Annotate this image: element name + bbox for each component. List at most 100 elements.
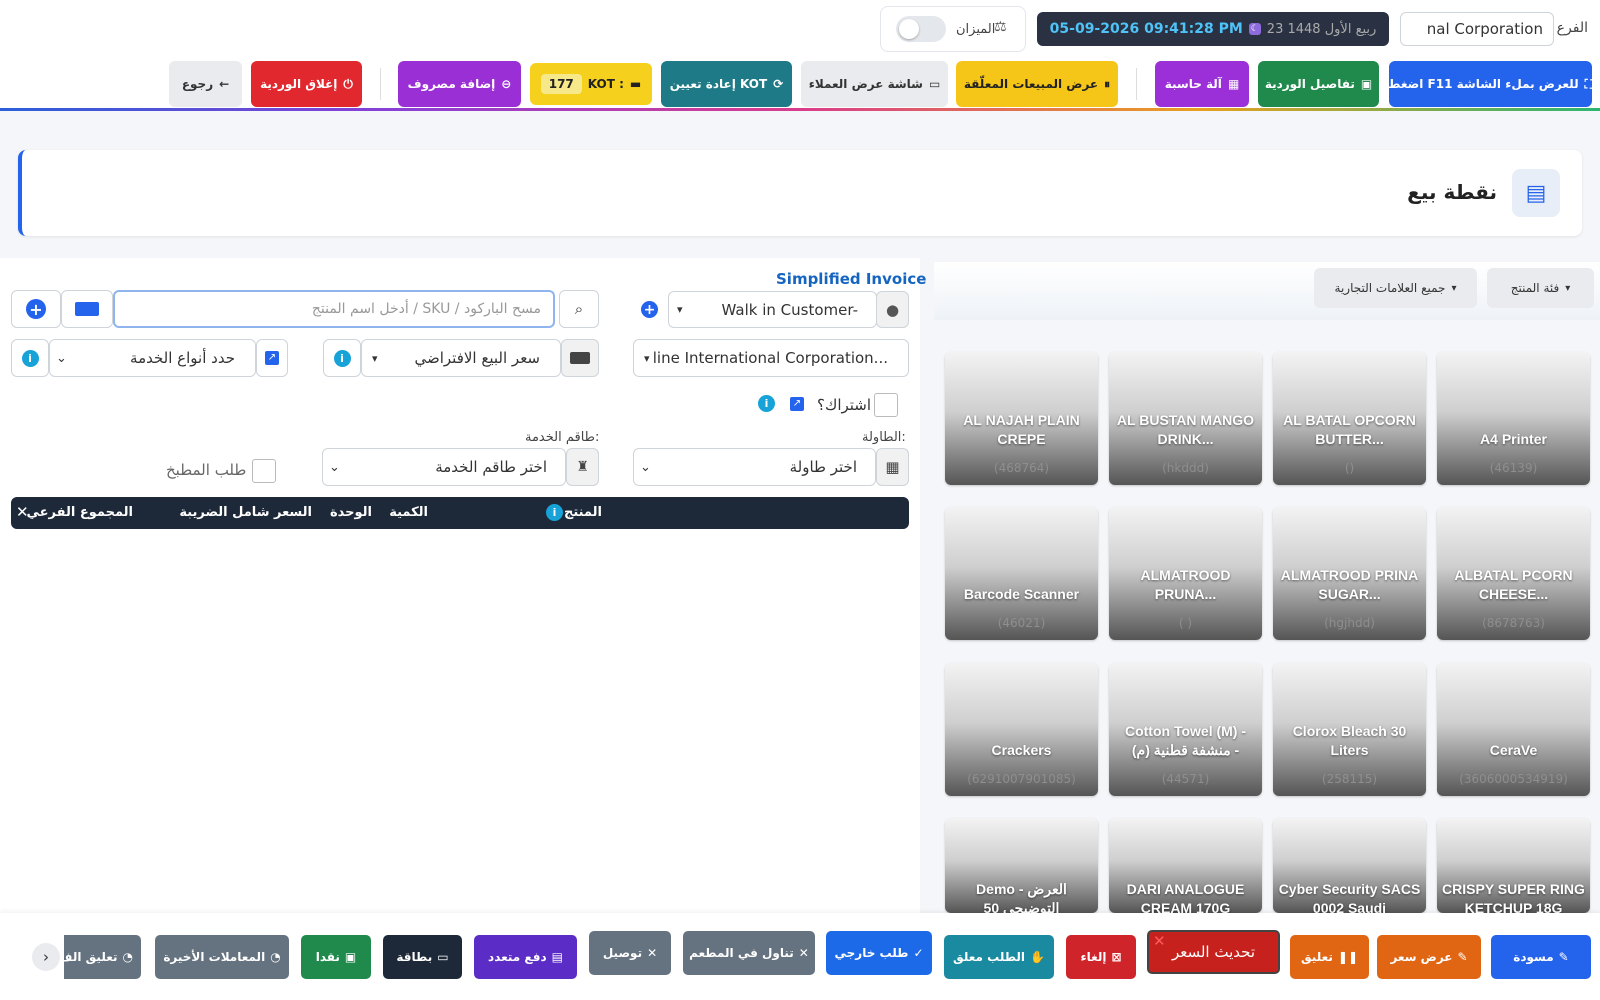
product-card[interactable]: Barcode Scanner (46021) — [945, 507, 1098, 640]
money-icon: ▣ — [344, 950, 357, 964]
add-product-button[interactable]: + — [11, 290, 61, 328]
add-expense-button[interactable]: إضافة مصروف ⊖ — [398, 61, 521, 107]
fullscreen-button[interactable]: اضغط F11 للعرض بملء الشاشة ⛶ — [1388, 61, 1593, 107]
product-search-input[interactable]: أدخل اسم المنتج / SKU / مسح الباركود — [113, 290, 555, 328]
product-code: () — [1344, 461, 1355, 475]
brand-filter-button[interactable]: جميع العلامات التجارية ▾ — [1314, 268, 1477, 308]
clock-icon: ◔ — [122, 950, 133, 964]
multi-pay-label: دفع متعدد — [488, 950, 547, 964]
close-icon: ✕ — [798, 946, 809, 960]
info-icon[interactable]: i — [758, 395, 775, 412]
kitchen-order-checkbox[interactable] — [252, 459, 276, 483]
draft-button[interactable]: مسودة ✎ — [1491, 935, 1591, 979]
product-card[interactable]: Cyber Security SACS 0002 Saudi — [1273, 818, 1426, 913]
service-info-button[interactable]: i — [11, 339, 49, 377]
waiter-icon: ♜ — [566, 448, 599, 486]
kot-label: KOT : — [587, 77, 624, 91]
product-card[interactable]: Clorox Bleach 30 Liters (258115) — [1273, 663, 1426, 796]
reassign-kot-button[interactable]: إعادة تعيين KOT ⟳ — [661, 61, 792, 107]
chevron-down-icon: ⌄ — [56, 350, 67, 366]
delivery-label: توصيل — [602, 946, 643, 960]
product-name: Crackers — [991, 742, 1052, 758]
page-title-card — [18, 150, 1582, 236]
product-card[interactable]: Cotton Towel (M) - منشفة قطنية (م) - (445… — [1109, 663, 1262, 796]
product-card[interactable]: ALMATROOD PRUNA... ( ) — [1109, 507, 1262, 640]
quotation-button[interactable]: عرض سعر ✎ — [1377, 935, 1481, 979]
back-button[interactable]: رجوع ← — [169, 61, 242, 107]
staff-select[interactable]: ⌄ اختر طاقم الخدمة — [322, 448, 566, 486]
scroll-left-button[interactable]: › — [32, 943, 60, 971]
cart-table-header: ✕ المنتج i الكمية الوحدة السعر شامل الضر… — [11, 497, 909, 529]
product-code: (46139) — [1489, 461, 1538, 475]
multi-pay-button[interactable]: دفع متعدد ▤ — [474, 935, 577, 979]
branch-label: الفرع — [1556, 20, 1588, 36]
suspended-sales-button[interactable]: عرض المبيعات المعلّقة ⏸ — [956, 61, 1118, 107]
calculator-button[interactable]: آلة حاسبة ▦ — [1155, 61, 1249, 107]
customer-select[interactable]: ▾ Walk in Customer- — [668, 291, 877, 328]
product-card[interactable]: DARI ANALOGUE CREAM 170G — [1109, 818, 1262, 913]
product-card[interactable]: CRISPY SUPER RING KETCHUP 18G — [1437, 818, 1590, 913]
product-name: A4 Printer — [1480, 431, 1547, 447]
kot-counter[interactable]: 177 KOT : ▬ — [530, 63, 652, 105]
power-icon: ⏻ — [343, 76, 353, 91]
product-card[interactable]: ALBATAL PCORN CHEESE... (8678763) — [1437, 507, 1590, 640]
add-customer-button[interactable]: + — [633, 291, 666, 328]
minus-circle-icon: ⊖ — [501, 77, 512, 91]
dine-in-button[interactable]: تناول في المطعم ✕ — [683, 931, 815, 975]
external-link-button[interactable]: ↗ — [256, 339, 288, 377]
product-card[interactable]: AL BATAL OPCORN BUTTER... () — [1273, 352, 1426, 485]
service-types-select[interactable]: ⌄ حدد أنواع الخدمة — [49, 339, 256, 377]
shift-details-button[interactable]: تفاصيل الوردية ▣ — [1258, 61, 1379, 107]
takeaway-button[interactable]: طلب خارجي ✓ — [826, 931, 932, 975]
product-name: ALMATROOD PRUNA... — [1140, 567, 1231, 602]
chevron-down-icon: ⌄ — [329, 459, 340, 475]
cancel-label: إلغاء — [1080, 950, 1107, 964]
back-label: رجوع — [181, 77, 214, 91]
product-card[interactable]: Crackers (6291007901085) — [945, 663, 1098, 796]
table-select[interactable]: ⌄ اختر طاولة — [633, 448, 876, 486]
caret-down-icon: ▾ — [1451, 282, 1457, 294]
recent-transactions-button[interactable]: المعاملات الأخيرة ◔ — [155, 935, 289, 979]
suspended-list-button[interactable]: تعليق الف ◔ — [59, 935, 141, 979]
close-shift-label: إغلاق الوردية — [260, 77, 338, 91]
table-select-value: اختر طاولة — [789, 458, 857, 476]
product-card[interactable]: CeraVe (3606000534919) — [1437, 663, 1590, 796]
scale-icon: ⚖ — [994, 19, 1007, 35]
update-price-button[interactable]: ✕ تحديث السعر — [1147, 930, 1280, 974]
scale-toggle[interactable] — [896, 16, 946, 42]
company-select[interactable]: ▾ line International Corporation... — [633, 339, 909, 377]
price-info-button[interactable]: i — [323, 339, 361, 377]
close-shift-button[interactable]: إغلاق الوردية ⏻ — [251, 61, 362, 107]
external-link-icon[interactable]: ↗ — [790, 397, 804, 411]
customer-display-button[interactable]: شاشة عرض العملاء ▭ — [801, 61, 948, 107]
product-card[interactable]: AL BUSTAN MANGO DRINK... (hkddd) — [1109, 352, 1262, 485]
list-icon: ▤ — [551, 950, 563, 964]
credit-card-icon: ▭ — [437, 950, 449, 964]
category-filter-button[interactable]: فئة المنتج ▾ — [1487, 268, 1594, 308]
subscription-checkbox[interactable] — [874, 393, 898, 417]
product-name: ALMATROOD PRINA SUGAR... — [1280, 567, 1419, 602]
user-icon: ● — [876, 291, 909, 328]
pending-order-button[interactable]: الطلب معلق ✋ — [944, 935, 1054, 979]
branch-select[interactable]: nal Corporation — [1400, 12, 1554, 46]
delivery-button[interactable]: توصيل ✕ — [589, 931, 671, 975]
product-card[interactable]: Demo - العرض التوضيحي 50 — [945, 818, 1098, 913]
info-icon[interactable]: i — [546, 504, 563, 521]
info-icon: i — [21, 349, 39, 367]
takeaway-label: طلب خارجي — [834, 946, 909, 960]
cash-payment-button[interactable]: نقدا ▣ — [301, 935, 371, 979]
company-value: line International Corporation... — [652, 349, 888, 367]
subscription-label: اشتراك؟ — [817, 396, 872, 414]
col-unit: الوحدة — [329, 505, 372, 520]
product-card[interactable]: AL NAJAH PLAIN CREPE (468764) — [945, 352, 1098, 485]
card-payment-button[interactable]: بطاقة ▭ — [383, 935, 462, 979]
kot-count: 177 — [540, 74, 582, 94]
product-card[interactable]: A4 Printer (46139) — [1437, 352, 1590, 485]
suspend-button[interactable]: تعليق ❚❚ — [1290, 935, 1369, 979]
price-group-select[interactable]: ▾ سعر البيع الافتراضي — [361, 339, 561, 377]
product-name: AL BUSTAN MANGO DRINK... — [1116, 412, 1255, 447]
product-card[interactable]: ALMATROOD PRINA SUGAR... (hgjhdd) — [1273, 507, 1426, 640]
card-reader-icon[interactable] — [61, 290, 113, 328]
search-icon[interactable]: ⌕ — [559, 290, 599, 328]
cancel-button[interactable]: إلغاء ⊠ — [1066, 935, 1136, 979]
